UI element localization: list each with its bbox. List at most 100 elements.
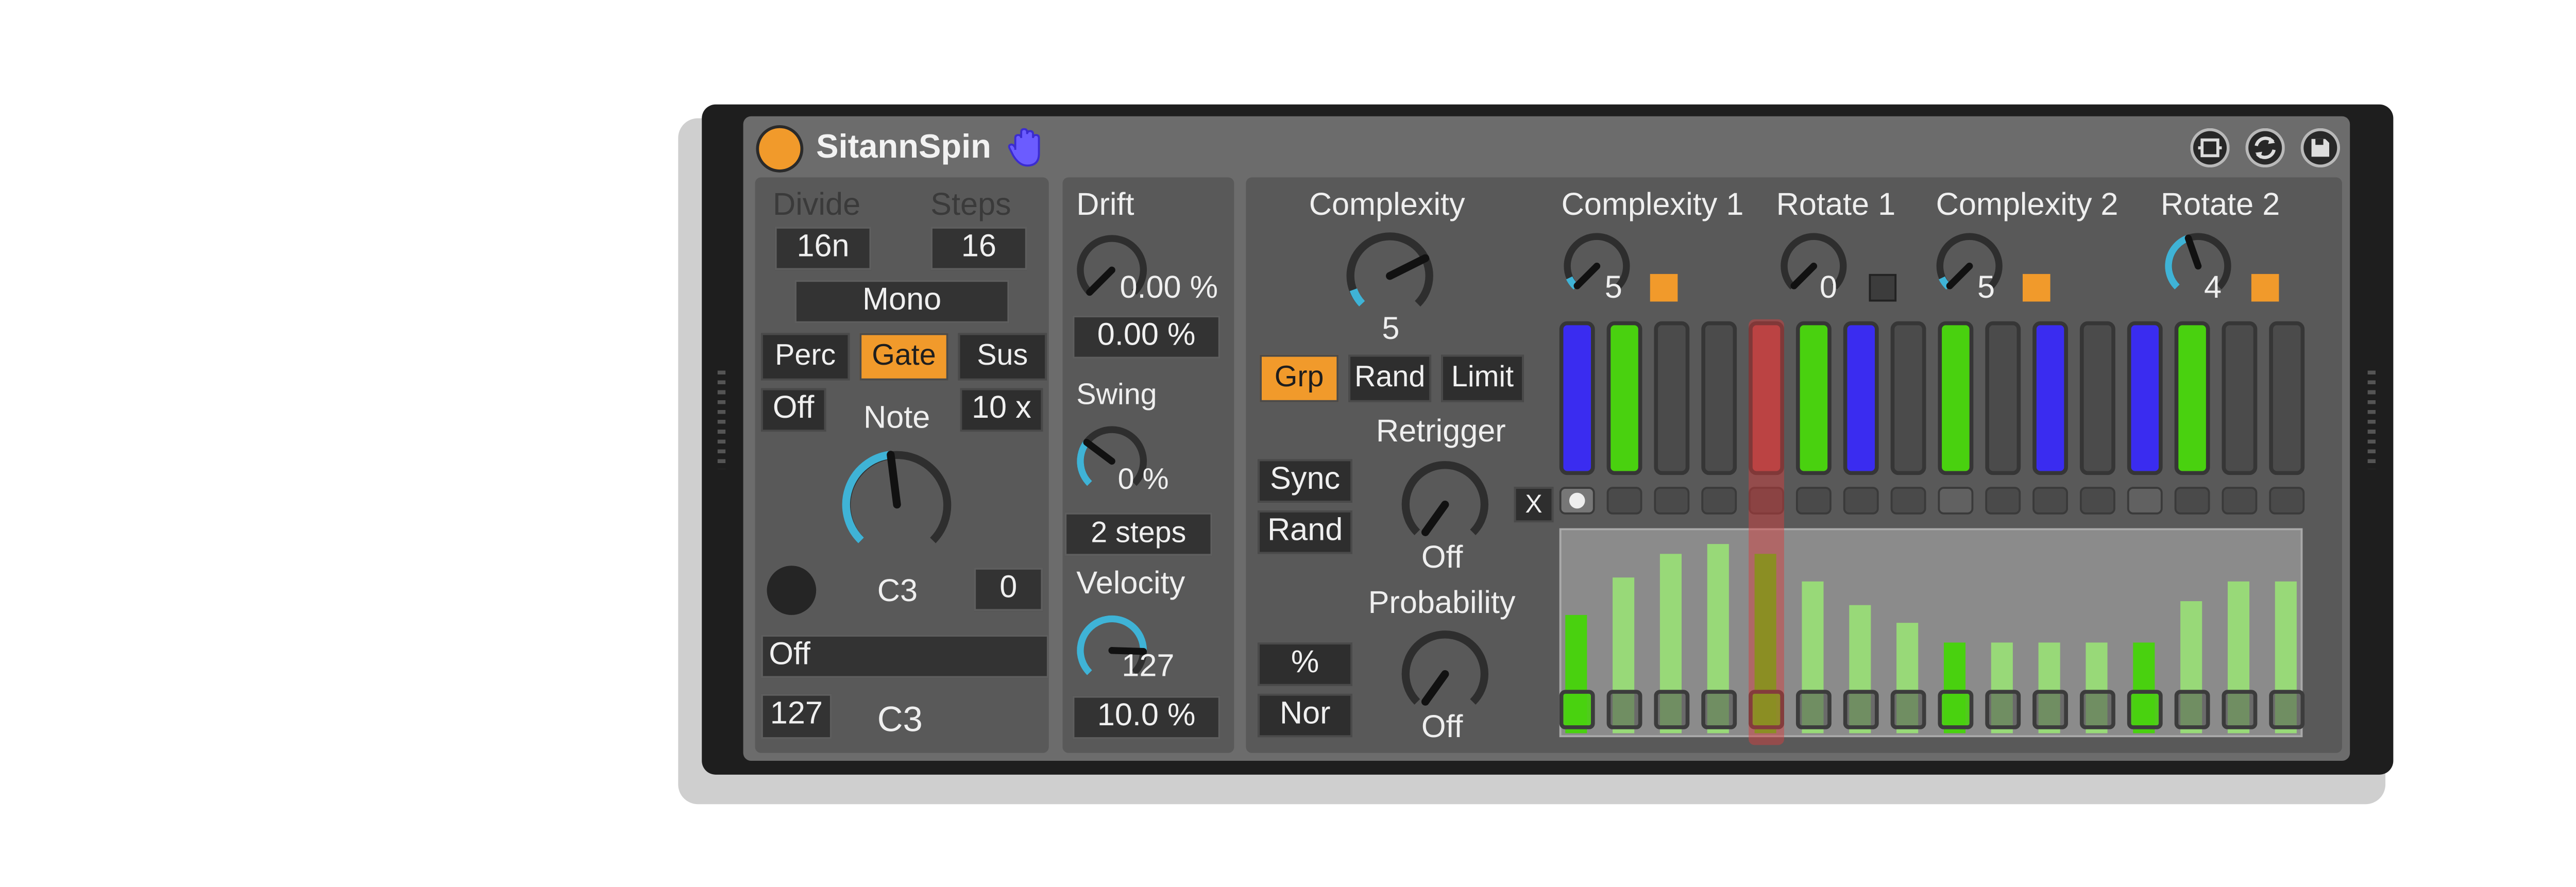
- velocity-cell-7[interactable]: [1843, 690, 1879, 729]
- complexity2-value: 5: [1977, 272, 1995, 306]
- step-8[interactable]: [1890, 321, 1926, 475]
- retrigger-label: Retrigger: [1376, 416, 1506, 450]
- clear-button[interactable]: X: [1514, 487, 1554, 523]
- nor-button[interactable]: Nor: [1258, 693, 1352, 738]
- probability-value: Off: [1421, 711, 1463, 745]
- velocity-cell-12[interactable]: [2079, 690, 2115, 729]
- velocity-cell-3[interactable]: [1654, 690, 1690, 729]
- limit-button[interactable]: Limit: [1441, 354, 1524, 402]
- step-10[interactable]: [1985, 321, 2021, 475]
- step-16[interactable]: [2269, 321, 2305, 475]
- output-select[interactable]: Off: [761, 635, 1049, 678]
- step-led-14: [2174, 487, 2210, 515]
- title-bar: SitannSpin: [743, 116, 2350, 176]
- left-grip[interactable]: [717, 370, 726, 469]
- right-grip[interactable]: [2367, 370, 2376, 469]
- note-name: C3: [877, 700, 923, 739]
- rotate2-toggle[interactable]: [2251, 274, 2279, 302]
- complexity-label: Complexity: [1309, 189, 1465, 223]
- step-leds: [1559, 487, 2311, 518]
- velocity-cell-11[interactable]: [2032, 690, 2068, 729]
- percent-button[interactable]: %: [1258, 642, 1352, 686]
- step-9[interactable]: [1938, 321, 1974, 475]
- playhead-overlay: [1749, 319, 1784, 745]
- note-toggle[interactable]: [767, 566, 817, 615]
- drift-field[interactable]: 0.00 %: [1072, 315, 1221, 359]
- complexity1-value: 5: [1604, 272, 1622, 306]
- velocity-cell-8[interactable]: [1890, 690, 1926, 729]
- step-2[interactable]: [1606, 321, 1642, 475]
- velocity-percent-field[interactable]: 10.0 %: [1072, 695, 1221, 739]
- velocity-cell-1[interactable]: [1559, 690, 1595, 729]
- velocity-cell-9[interactable]: [1938, 690, 1974, 729]
- probability-knob[interactable]: [1398, 627, 1493, 722]
- step-3[interactable]: [1654, 321, 1690, 475]
- step-led-6: [1795, 487, 1832, 515]
- rotate1-toggle[interactable]: [1869, 274, 1897, 302]
- step-led-12: [2079, 487, 2115, 515]
- repeat-field[interactable]: 10 x: [960, 388, 1043, 432]
- rand-button[interactable]: Rand: [1348, 354, 1432, 402]
- rotate2-knob[interactable]: [2163, 231, 2234, 302]
- mode-select[interactable]: Mono: [794, 280, 1010, 323]
- complexity2-toggle[interactable]: [2022, 274, 2050, 302]
- step-led-7: [1843, 487, 1879, 515]
- refresh-icon[interactable]: [2245, 128, 2285, 168]
- step-6[interactable]: [1795, 321, 1832, 475]
- complexity1-toggle[interactable]: [1650, 274, 1678, 302]
- retrigger-knob[interactable]: [1398, 457, 1493, 552]
- off-button[interactable]: Off: [761, 388, 826, 432]
- perc-button[interactable]: Perc: [761, 333, 850, 381]
- step-7[interactable]: [1843, 321, 1879, 475]
- grp-button[interactable]: Grp: [1260, 354, 1339, 402]
- step-led-15: [2222, 487, 2258, 515]
- save-icon[interactable]: [2300, 128, 2341, 168]
- step-led-11: [2032, 487, 2068, 515]
- sus-button[interactable]: Sus: [958, 333, 1047, 381]
- rotate1-label: Rotate 1: [1776, 189, 1896, 223]
- step-12[interactable]: [2079, 321, 2115, 475]
- step-11[interactable]: [2032, 321, 2068, 475]
- divide-field[interactable]: 16n: [774, 227, 872, 270]
- pin-icon[interactable]: [2190, 128, 2230, 168]
- note-knob[interactable]: [838, 446, 956, 564]
- velocity-bars: [1559, 528, 2311, 738]
- gate-button[interactable]: Gate: [859, 333, 948, 381]
- note-value: C3: [877, 575, 918, 609]
- step-grid: [1559, 321, 2311, 479]
- velocity-cell-15[interactable]: [2222, 690, 2258, 729]
- rotate2-label: Rotate 2: [2160, 189, 2280, 223]
- step-14[interactable]: [2174, 321, 2210, 475]
- rotate1-knob[interactable]: [1778, 231, 1850, 302]
- step-led-1: [1559, 487, 1595, 515]
- probability-label: Probability: [1368, 587, 1516, 621]
- step-led-16: [2269, 487, 2305, 515]
- steps-field[interactable]: 16: [930, 227, 1027, 270]
- velocity-cell-16[interactable]: [2269, 690, 2305, 729]
- velocity-cell-13[interactable]: [2127, 690, 2163, 729]
- rand2-button[interactable]: Rand: [1258, 510, 1352, 554]
- step-led-3: [1654, 487, 1690, 515]
- step-1[interactable]: [1559, 321, 1595, 475]
- step-13[interactable]: [2127, 321, 2163, 475]
- retrigger-value: Off: [1421, 542, 1463, 576]
- velocity-cell-14[interactable]: [2174, 690, 2210, 729]
- velocity-cell-10[interactable]: [1985, 690, 2021, 729]
- step-led-13: [2127, 487, 2163, 515]
- steps-label: Steps: [930, 189, 1011, 223]
- velocity-field[interactable]: 127: [761, 693, 832, 739]
- note-offset-field[interactable]: 0: [974, 568, 1043, 611]
- sync-button[interactable]: Sync: [1258, 459, 1352, 503]
- step-led-2: [1606, 487, 1642, 515]
- velocity-cell-2[interactable]: [1606, 690, 1642, 729]
- complexity-value: 5: [1382, 313, 1400, 347]
- velocity-cell-4[interactable]: [1701, 690, 1737, 729]
- step-15[interactable]: [2222, 321, 2258, 475]
- step-4[interactable]: [1701, 321, 1737, 475]
- velocity-cell-6[interactable]: [1795, 690, 1832, 729]
- complexity-knob[interactable]: [1343, 229, 1437, 323]
- power-button[interactable]: [759, 128, 801, 170]
- drift-readout: 0.00 %: [1120, 272, 1218, 306]
- note-label: Note: [863, 402, 930, 436]
- swing-steps-field[interactable]: 2 steps: [1064, 512, 1213, 556]
